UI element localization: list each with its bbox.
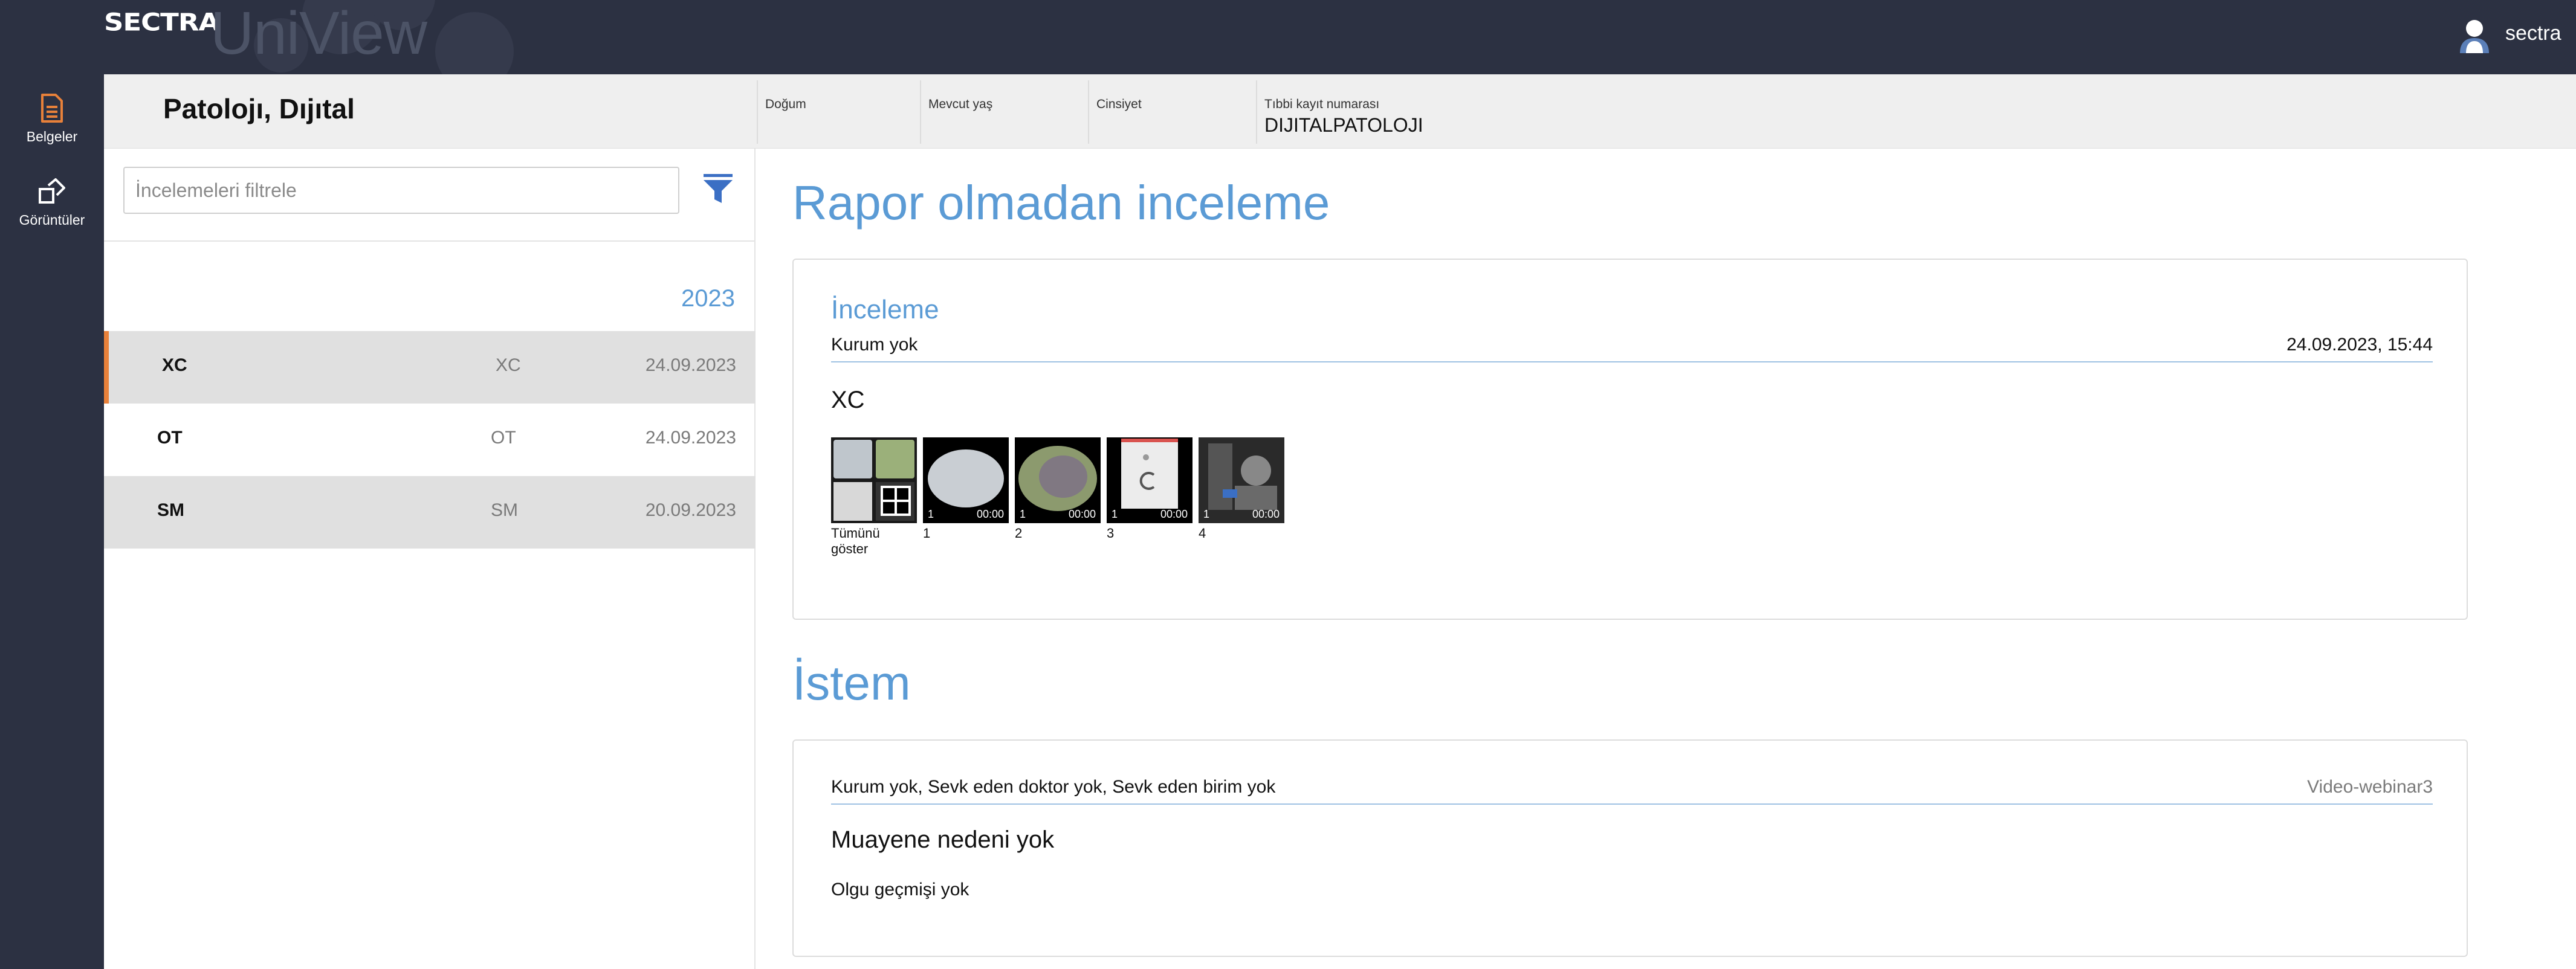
thumbnail-image: 1 00:00 [923,437,1009,523]
tissue-preview [1039,456,1087,498]
thumbnail-image: 1 00:00 [1199,437,1284,523]
thumbnail-count: 1 [1020,508,1026,520]
year-group-label: 2023 [681,285,735,312]
exam-date: 24.09.2023 [645,355,736,375]
exam-institution: Kurum yok [831,335,918,355]
request-history: Olgu geçmişi yok [831,880,969,900]
photo-shape [1223,489,1237,498]
field-label: Doğum [765,97,806,111]
exam-heading: İnceleme [831,295,939,324]
thumbnail-duration: 00:00 [1160,508,1188,520]
brand-logo: SECTRA [104,7,219,37]
image-thumbnail[interactable]: 1 00:00 2 [1015,437,1101,541]
document-icon [41,94,63,123]
thumbnail-count: 1 [928,508,934,520]
user-name[interactable]: sectra [2505,22,2561,45]
show-all-thumbnail[interactable]: Tümünü göster [831,437,917,557]
field-label: Mevcut yaş [928,97,993,111]
filter-icon[interactable] [701,173,735,207]
grid-icon [881,486,911,516]
nav-item-label: Belgeler [26,129,78,144]
nav-item-label: Görüntüler [19,212,85,228]
exam-modality: XC [496,355,521,375]
user-icon[interactable] [2459,18,2490,53]
photo-shape [1235,486,1277,510]
request-card: Kurum yok, Sevk eden doktor yok, Sevk ed… [792,739,2468,957]
thumbnail-duration: 00:00 [1252,508,1280,520]
image-thumbnail[interactable]: 1 00:00 3 [1107,437,1193,541]
exam-row[interactable]: SM SM 20.09.2023 [104,476,756,549]
slide-dot [1143,454,1149,460]
exam-modality-heading: XC [831,387,865,413]
field-label: Cinsiyet [1096,97,1142,111]
thumbnail-image: 1 00:00 [1015,437,1101,523]
thumbnail-count: 1 [1203,508,1210,520]
patient-field-age: Mevcut yaş [920,80,1083,144]
photo-shape [1208,443,1232,510]
exam-modality: OT [491,428,516,448]
decorative-bubble [435,12,514,74]
patient-field-mrn: Tıbbi kayıt numarası DIJITALPATOLOJI [1256,80,1498,144]
request-title: İstem [792,656,911,710]
thumbnail-label: Tümünü göster [831,526,880,556]
exam-modality: SM [491,500,518,520]
exam-date: 20.09.2023 [645,500,736,520]
image-thumbnail[interactable]: 1 00:00 1 [923,437,1009,541]
exam-code: OT [157,428,183,448]
photo-shape [1241,456,1271,486]
patient-field-birth: Doğum [757,80,920,144]
request-info: Kurum yok, Sevk eden doktor yok, Sevk ed… [831,777,1276,797]
mini-preview [833,440,872,478]
mini-preview [876,440,914,478]
exam-code: XC [162,355,187,375]
thumbnail-duration: 00:00 [976,508,1004,520]
exam-code: SM [157,500,184,520]
exam-list-panel: 2023 XC XC 24.09.2023 OT OT 24.09.2023 S… [104,149,756,969]
mini-preview [833,482,872,521]
slide-mark [1139,472,1155,490]
exam-row[interactable]: XC XC 24.09.2023 [104,331,756,404]
patient-field-gender: Cinsiyet [1088,80,1251,144]
exam-date: 24.09.2023 [645,428,736,448]
top-bar: SECTRA UniView sectra [0,0,2576,74]
exam-row[interactable]: OT OT 24.09.2023 [104,404,756,476]
request-meta-row: Kurum yok, Sevk eden doktor yok, Sevk ed… [831,774,2433,805]
images-icon [39,178,65,204]
image-thumbnail[interactable]: 1 00:00 4 [1199,437,1284,541]
patient-header: Patolojı, Dıjıtal Doğum Mevcut yaş Cinsi… [104,74,2576,149]
report-title: Rapor olmadan inceleme [792,176,1330,230]
thumbnail-duration: 00:00 [1068,508,1096,520]
slide-label-strip [1121,439,1178,442]
thumbnail-label: 2 [1015,526,1023,541]
thumbnail-label: 4 [1199,526,1206,541]
patient-name: Patolojı, Dıjıtal [163,93,355,124]
exam-datetime: 24.09.2023, 15:44 [2286,335,2433,355]
exam-card: İnceleme Kurum yok 24.09.2023, 15:44 XC … [792,259,2468,620]
exam-filter-input[interactable] [123,167,679,214]
request-source: Video-webinar3 [2307,777,2433,797]
field-label: Tıbbi kayıt numarası [1264,97,1380,111]
thumbnail-image: 1 00:00 [1107,437,1193,523]
thumbnail-label: 3 [1107,526,1115,541]
thumbnail-count: 1 [1112,508,1118,520]
thumbnail-label: 1 [923,526,931,541]
field-value: DIJITALPATOLOJI [1264,114,1423,136]
request-reason: Muayene nedeni yok [831,826,1055,853]
left-nav: Belgeler Görüntüler [0,74,104,969]
nav-item-images[interactable]: Görüntüler [0,177,104,228]
exam-meta-row: Kurum yok 24.09.2023, 15:44 [831,332,2433,362]
slide-preview [928,449,1004,507]
thumbnail-grid [831,437,917,523]
product-name: UniView [210,0,427,67]
divider [104,240,756,242]
nav-item-documents[interactable]: Belgeler [0,94,104,145]
